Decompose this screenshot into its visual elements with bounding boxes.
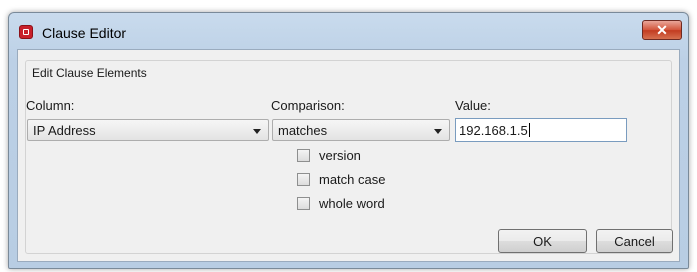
value-text: 192.168.1.5 — [459, 123, 528, 138]
column-label: Column: — [26, 98, 75, 113]
title-bar[interactable]: Clause Editor ✕ — [9, 13, 688, 47]
clause-editor-dialog: Clause Editor ✕ Edit Clause Elements Col… — [8, 12, 689, 269]
app-icon — [19, 25, 33, 39]
column-dropdown[interactable]: IP Address — [27, 119, 269, 141]
whole-word-label: whole word — [319, 195, 385, 211]
chevron-down-icon — [253, 129, 261, 134]
cancel-button[interactable]: Cancel — [596, 229, 673, 253]
comparison-label: Comparison: — [271, 98, 345, 113]
whole-word-checkbox[interactable] — [297, 196, 310, 210]
whole-word-option[interactable]: whole word — [297, 195, 385, 211]
ok-button[interactable]: OK — [498, 229, 587, 253]
group-legend: Edit Clause Elements — [30, 66, 149, 80]
window-title: Clause Editor — [42, 25, 127, 41]
chevron-down-icon — [434, 129, 442, 134]
value-input[interactable]: 192.168.1.5 — [455, 118, 627, 142]
comparison-selected-value: matches — [278, 123, 328, 138]
match-case-checkbox[interactable] — [297, 172, 310, 186]
column-selected-value: IP Address — [33, 123, 96, 138]
version-checkbox[interactable] — [297, 148, 310, 162]
match-case-label: match case — [319, 171, 386, 187]
match-case-option[interactable]: match case — [297, 171, 385, 187]
close-button[interactable]: ✕ — [642, 20, 682, 40]
text-caret — [528, 123, 530, 137]
close-icon: ✕ — [656, 21, 668, 38]
version-option[interactable]: version — [297, 147, 361, 163]
version-label: version — [319, 147, 361, 163]
comparison-dropdown[interactable]: matches — [272, 119, 450, 141]
dialog-body: Edit Clause Elements Column: IP Address … — [17, 49, 680, 262]
value-label: Value: — [455, 98, 491, 113]
